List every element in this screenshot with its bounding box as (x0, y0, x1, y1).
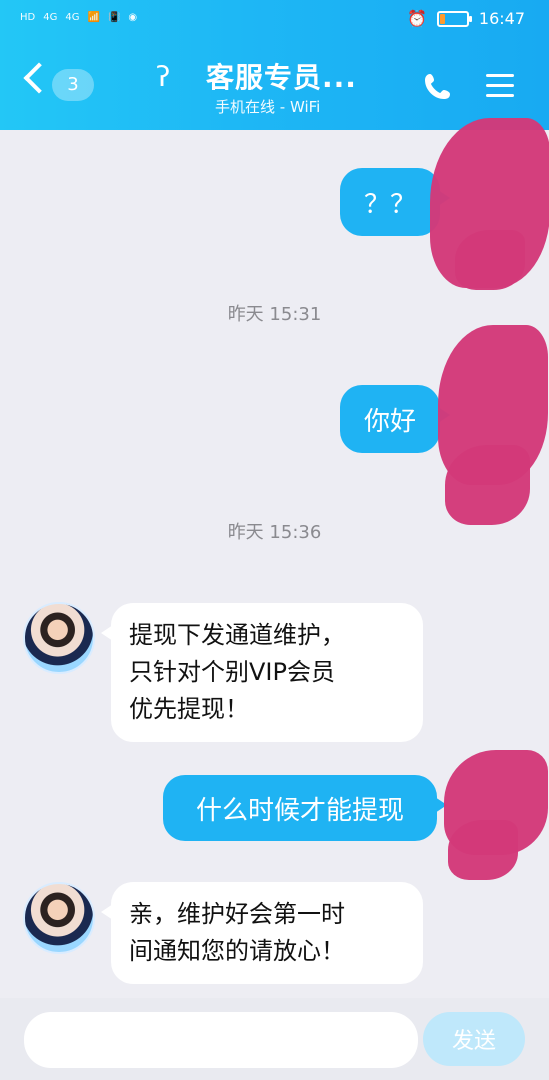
message-line: 提现下发通道维护， (129, 621, 345, 649)
avatar[interactable] (23, 882, 95, 954)
message-line: 亲，维护好会第一时 (129, 900, 345, 928)
status-left-icons: HD 4G 4G 📶 📳 ◉ (20, 12, 137, 24)
app-status-icon: ◉ (128, 12, 138, 23)
message-text: ？？ (364, 189, 417, 220)
signal-icon: 4G (65, 12, 80, 23)
timestamp: 昨天 15:36 (227, 522, 322, 543)
privacy-redaction (445, 445, 530, 525)
chat-header: HD 4G 4G 📶 📳 ◉ ⏰ 16:47 3 ʔ 客服专员... 手机在线 … (0, 0, 549, 130)
status-bar: HD 4G 4G 📶 📳 ◉ ⏰ 16:47 (0, 0, 549, 40)
privacy-redaction (448, 820, 518, 880)
message-input[interactable] (24, 1012, 418, 1068)
message-outgoing: 什么时候才能提现 (163, 775, 447, 841)
signal-icon: 4G (43, 12, 58, 23)
message-text: 什么时候才能提现 (195, 795, 404, 826)
send-button[interactable]: 发送 (423, 1012, 525, 1066)
phone-icon[interactable] (422, 70, 454, 102)
chat-area[interactable]: ？？ 昨天 15:31 你好 昨天 15:36 提现下发通道维护， 只针对个别V… (0, 118, 549, 998)
ear-icon: ʔ (156, 60, 171, 93)
message-line: 优先提现！ (129, 695, 249, 723)
status-time: 16:47 (478, 9, 525, 28)
status-right: ⏰ 16:47 (407, 9, 525, 28)
battery-icon (436, 10, 472, 27)
back-button[interactable]: 3 (20, 60, 100, 112)
message-incoming: 亲，维护好会第一时 间通知您的请放心！ (101, 882, 423, 984)
back-chevron-icon (23, 62, 55, 94)
chat-subtitle: 手机在线 - WiFi (215, 98, 321, 116)
menu-button[interactable] (484, 70, 516, 102)
message-outgoing: 你好 (340, 385, 450, 453)
chat-title: 客服专员... (206, 61, 357, 94)
timestamp: 昨天 15:31 (227, 304, 322, 325)
alarm-icon: ⏰ (406, 9, 427, 28)
wifi-icon: 📶 (87, 12, 100, 23)
message-incoming: 提现下发通道维护， 只针对个别VIP会员 优先提现！ (101, 603, 423, 742)
avatar[interactable] (23, 602, 95, 674)
message-line: 间通知您的请放心！ (129, 937, 345, 965)
message-outgoing: ？？ (340, 168, 450, 236)
message-text: 你好 (364, 406, 417, 437)
input-bar: 发送 (0, 998, 549, 1080)
unread-badge: 3 (52, 69, 94, 101)
vibration-icon: 📳 (107, 12, 121, 23)
hd-icon: HD (20, 12, 36, 23)
privacy-redaction (455, 230, 525, 290)
message-line: 只针对个别VIP会员 (129, 658, 335, 686)
